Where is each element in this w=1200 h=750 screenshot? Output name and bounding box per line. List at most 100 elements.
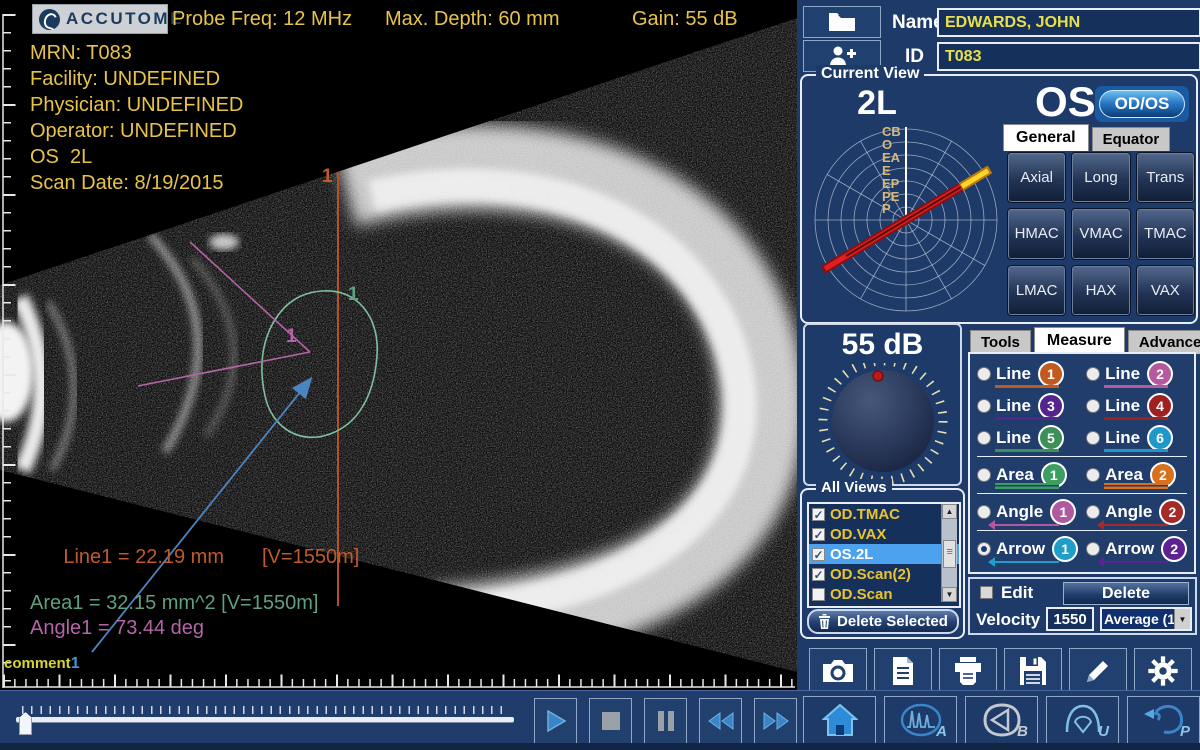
measure-angle-2[interactable]: Angle2 <box>1086 497 1187 527</box>
home-button[interactable] <box>803 696 876 744</box>
slider-track[interactable] <box>16 717 514 722</box>
ubm-mode-button[interactable]: U <box>1046 696 1119 744</box>
radio-icon[interactable] <box>1086 367 1100 381</box>
patient-info-line: OS 2L <box>30 144 243 170</box>
checkbox-icon[interactable]: ✓ <box>812 548 825 561</box>
view-list-item[interactable]: OD.Scan <box>809 584 959 604</box>
tab-measure[interactable]: Measure <box>1034 327 1125 354</box>
measure-arrow-2[interactable]: Arrow2 <box>1086 534 1187 564</box>
view-button-vax[interactable]: VAX <box>1136 265 1195 316</box>
fast-forward-button[interactable] <box>754 698 797 744</box>
measure-area-2[interactable]: Area2 <box>1086 460 1187 490</box>
delete-selected-button[interactable]: Delete Selected <box>807 609 959 634</box>
print-button[interactable] <box>939 648 997 694</box>
radio-icon[interactable] <box>977 542 991 556</box>
tab-general[interactable]: General <box>1003 124 1089 151</box>
odos-toggle-button[interactable]: OD/OS <box>1099 90 1185 118</box>
measure-line-5[interactable]: Line5 <box>977 423 1078 453</box>
velocity-input[interactable] <box>1046 607 1094 631</box>
pachymetry-mode-button[interactable]: P <box>1127 696 1200 744</box>
radio-icon[interactable] <box>977 431 991 445</box>
view-button-tmac[interactable]: TMAC <box>1136 208 1195 259</box>
gain-knob[interactable] <box>805 363 960 485</box>
scroll-down-icon[interactable]: ▼ <box>942 587 957 602</box>
view-list-item[interactable]: ✓OS.2L <box>809 544 959 564</box>
radio-icon[interactable] <box>1086 468 1100 482</box>
radio-icon[interactable] <box>977 367 991 381</box>
radio-icon[interactable] <box>977 399 991 413</box>
measure-area-1[interactable]: Area1 <box>977 460 1078 490</box>
view-button-axial[interactable]: Axial <box>1007 152 1066 203</box>
b-scan-mode-button[interactable]: B <box>965 696 1038 744</box>
checkbox-icon[interactable]: ✓ <box>812 508 825 521</box>
control-panel: Name ID Current View 2L OS OD/OS General… <box>797 0 1200 690</box>
average-dropdown[interactable]: Average (1 ▼ <box>1100 607 1192 631</box>
view-button-grid: AxialLongTrans HMACVMACTMAC LMACHAXVAX <box>1007 152 1195 316</box>
stop-button[interactable] <box>589 698 632 744</box>
measure-line-6[interactable]: Line6 <box>1086 423 1187 453</box>
report-button[interactable] <box>874 648 932 694</box>
measure-arrow-1[interactable]: Arrow1 <box>977 534 1078 564</box>
radio-icon[interactable] <box>977 468 991 482</box>
dropdown-arrow-icon[interactable]: ▼ <box>1174 609 1190 629</box>
checkbox-icon[interactable] <box>812 588 825 601</box>
measure-line-2[interactable]: Line2 <box>1086 359 1187 389</box>
probe-position-diagram[interactable]: CBOEAEEPPEP <box>806 120 1006 320</box>
eye-indicator: OS <box>1035 78 1096 126</box>
knob-indicator-dot <box>873 371 883 381</box>
radio-icon[interactable] <box>1086 505 1100 519</box>
gain-panel: 55 dB <box>803 323 962 486</box>
a-scan-letter: A <box>936 723 947 740</box>
radio-icon[interactable] <box>1086 399 1100 413</box>
view-button-hax[interactable]: HAX <box>1071 265 1130 316</box>
scroll-thumb[interactable] <box>943 540 956 568</box>
scroll-up-icon[interactable]: ▲ <box>942 504 957 519</box>
views-scrollbar[interactable]: ▲ ▼ <box>941 504 957 602</box>
measure-angle-1[interactable]: Angle1 <box>977 497 1078 527</box>
printer-icon <box>953 656 983 686</box>
a-scan-mode-button[interactable]: A <box>884 696 957 744</box>
radio-icon[interactable] <box>977 505 991 519</box>
name-input[interactable] <box>937 8 1200 37</box>
id-input[interactable] <box>937 42 1200 71</box>
settings-button[interactable] <box>1134 648 1192 694</box>
measure-line-1[interactable]: Line1 <box>977 359 1078 389</box>
radio-icon[interactable] <box>1086 542 1100 556</box>
save-button[interactable] <box>1004 648 1062 694</box>
frame-slider[interactable] <box>12 701 517 735</box>
view-button-hmac[interactable]: HMAC <box>1007 208 1066 259</box>
views-list[interactable]: ✓OD.TMAC✓OD.VAX✓OS.2L✓OD.Scan(2)OD.Scan <box>807 502 961 608</box>
tab-tools[interactable]: Tools <box>970 330 1031 354</box>
view-button-trans[interactable]: Trans <box>1136 152 1195 203</box>
rewind-icon <box>708 711 734 731</box>
view-button-vmac[interactable]: VMAC <box>1071 208 1130 259</box>
view-list-item[interactable]: ✓OD.TMAC <box>809 504 959 524</box>
tab-advanced[interactable]: Advanced <box>1128 330 1200 354</box>
delete-button[interactable]: Delete <box>1063 582 1189 605</box>
svg-text:P: P <box>882 201 891 216</box>
measure-line-4[interactable]: Line4 <box>1086 391 1187 421</box>
checkbox-icon[interactable]: ✓ <box>812 568 825 581</box>
measure-line-3[interactable]: Line3 <box>977 391 1078 421</box>
ultrasound-image-area[interactable]: 1 1 1 ACCUTOME Probe Freq: 12 MHz Max. D… <box>0 0 797 690</box>
slider-thumb[interactable] <box>19 712 32 735</box>
play-button[interactable] <box>534 698 577 744</box>
annotate-button[interactable] <box>1069 648 1127 694</box>
pause-button[interactable] <box>644 698 687 744</box>
rewind-button[interactable] <box>699 698 742 744</box>
open-patient-button[interactable] <box>803 6 881 38</box>
edit-checkbox[interactable] <box>980 586 993 599</box>
bottom-bar: A B U <box>0 690 1200 750</box>
view-list-item[interactable]: ✓OD.Scan(2) <box>809 564 959 584</box>
checkbox-icon[interactable]: ✓ <box>812 528 825 541</box>
odos-toggle-frame: OD/OS <box>1095 86 1189 122</box>
radio-icon[interactable] <box>1086 431 1100 445</box>
comment-annotation[interactable]: comment1 <box>4 655 80 673</box>
pause-icon <box>657 710 675 732</box>
view-list-item[interactable]: ✓OD.VAX <box>809 524 959 544</box>
view-button-long[interactable]: Long <box>1071 152 1130 203</box>
name-label: Name <box>892 12 944 34</box>
view-button-lmac[interactable]: LMAC <box>1007 265 1066 316</box>
snapshot-button[interactable] <box>809 648 867 694</box>
tab-equator[interactable]: Equator <box>1092 127 1171 151</box>
